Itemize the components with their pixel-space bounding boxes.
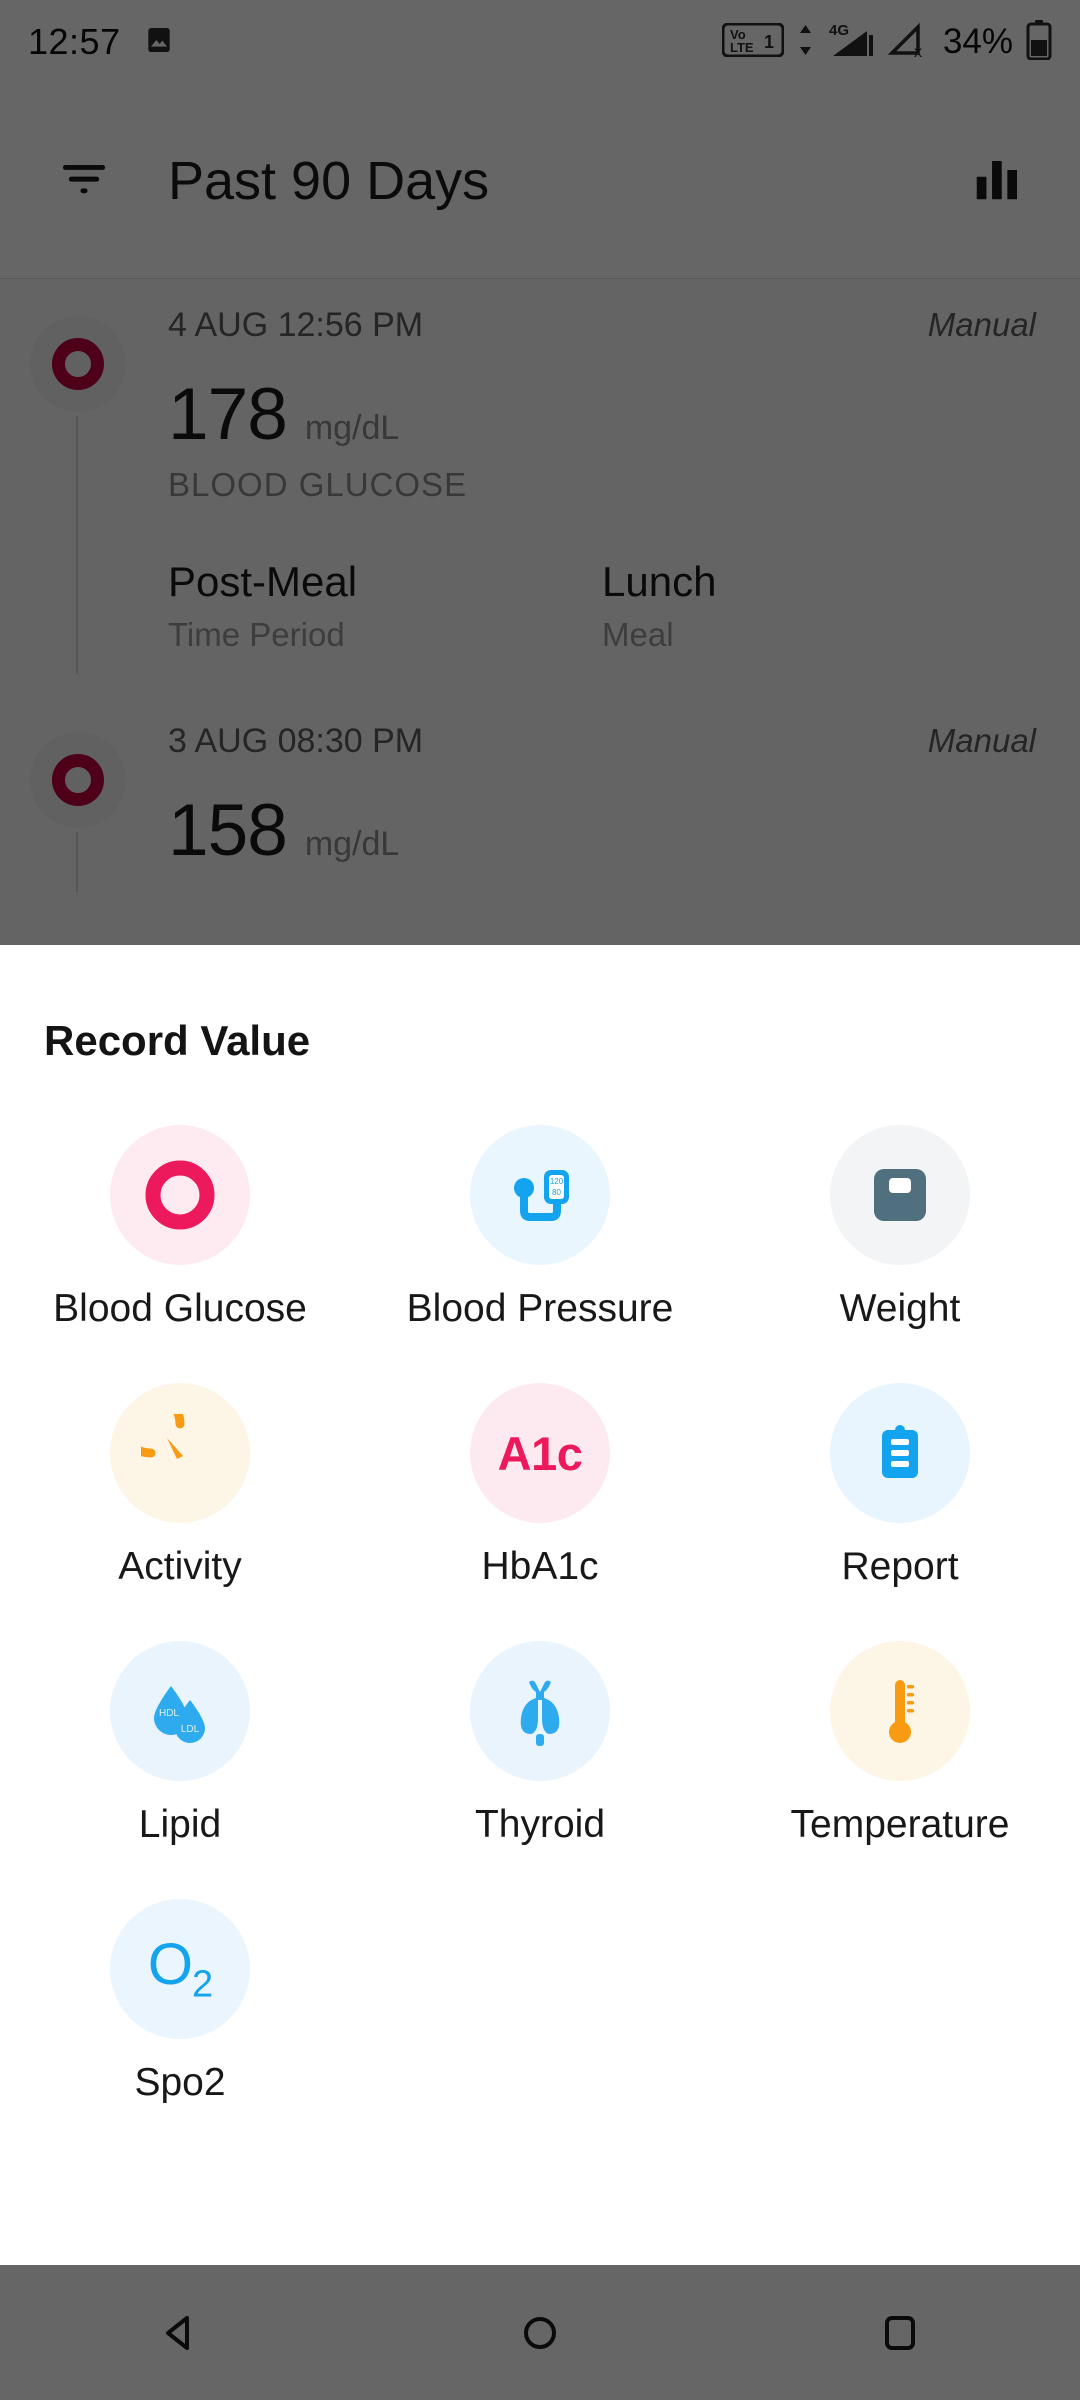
a1c-label: A1c — [497, 1426, 583, 1480]
back-triangle-icon[interactable] — [120, 2265, 240, 2400]
thermometer-icon — [830, 1641, 970, 1781]
record-type-grid: Blood Glucose 120 80 Blood Pressure Weig… — [0, 1125, 1080, 2105]
weight-scale-icon — [830, 1125, 970, 1265]
home-circle-icon[interactable] — [480, 2265, 600, 2400]
tile-label: Activity — [118, 1545, 242, 1588]
svg-text:80: 80 — [552, 1188, 561, 1197]
tile-activity[interactable]: Activity — [0, 1383, 360, 1589]
lipid-ldl-label: LDL — [181, 1724, 200, 1735]
record-value-bottom-sheet: Record Value Blood Glucose 120 80 Blood … — [0, 945, 1080, 2265]
tile-temperature[interactable]: Temperature — [720, 1641, 1080, 1847]
tile-label: Lipid — [138, 1803, 222, 1846]
tile-label: Thyroid — [474, 1803, 606, 1846]
tile-label: Weight — [839, 1287, 961, 1330]
hba1c-icon: A1c — [470, 1383, 610, 1523]
blood-pressure-icon: 120 80 — [470, 1125, 610, 1265]
blood-glucose-icon — [110, 1125, 250, 1265]
recents-square-icon[interactable] — [840, 2265, 960, 2400]
scrim-overlay[interactable] — [0, 0, 1080, 945]
android-nav-bar — [0, 2265, 1080, 2400]
lipid-hdl-label: HDL — [159, 1708, 179, 1719]
tile-spo2[interactable]: O2 Spo2 — [0, 1899, 360, 2105]
tile-label: HbA1c — [481, 1545, 599, 1588]
tile-label: Spo2 — [134, 2061, 226, 2104]
o2-label: O2 — [147, 1932, 213, 2006]
svg-text:120: 120 — [550, 1177, 564, 1186]
tile-thyroid[interactable]: Thyroid — [360, 1641, 720, 1847]
tile-blood-glucose[interactable]: Blood Glucose — [0, 1125, 360, 1331]
thyroid-gland-icon — [470, 1641, 610, 1781]
tile-label: Blood Pressure — [406, 1287, 674, 1330]
tile-report[interactable]: Report — [720, 1383, 1080, 1589]
spo2-icon: O2 — [110, 1899, 250, 2039]
report-clipboard-icon — [830, 1383, 970, 1523]
sheet-title: Record Value — [44, 1017, 311, 1064]
activity-gauge-icon — [110, 1383, 250, 1523]
tile-hba1c[interactable]: A1c HbA1c — [360, 1383, 720, 1589]
tile-label: Temperature — [790, 1803, 1010, 1846]
tile-lipid[interactable]: HDL LDL Lipid — [0, 1641, 360, 1847]
tile-weight[interactable]: Weight — [720, 1125, 1080, 1331]
tile-label: Blood Glucose — [53, 1287, 307, 1330]
lipid-droplets-icon: HDL LDL — [110, 1641, 250, 1781]
tile-blood-pressure[interactable]: 120 80 Blood Pressure — [360, 1125, 720, 1331]
tile-label: Report — [841, 1545, 959, 1588]
